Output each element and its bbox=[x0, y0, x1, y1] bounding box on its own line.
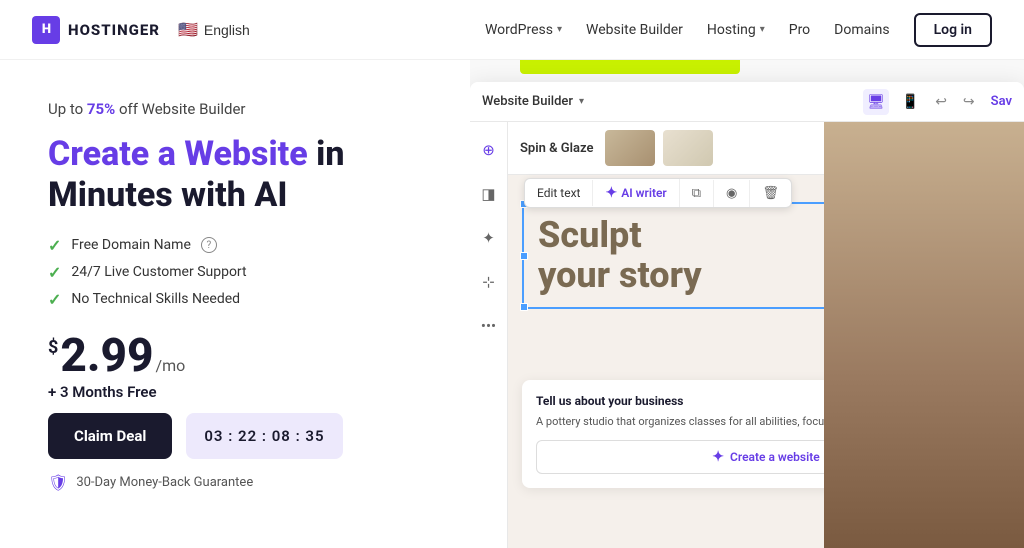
ai-writer-button[interactable]: ✦ AI writer bbox=[593, 179, 679, 207]
delete-button[interactable]: 🗑 bbox=[750, 180, 791, 207]
undo-button[interactable]: ↩ bbox=[931, 92, 951, 112]
site-name-label: Spin & Glaze bbox=[520, 141, 593, 156]
guarantee-text: 30-Day Money-Back Guarantee bbox=[76, 475, 253, 490]
copy-icon: ⧉ bbox=[692, 186, 701, 201]
navbar: H HOSTINGER 🇺🇸 English WordPress ▾ Websi… bbox=[0, 0, 1024, 60]
guarantee-badge: 🛡 30-Day Money-Back Guarantee bbox=[48, 473, 438, 492]
hero-title: Create a Website in Minutes with AI bbox=[48, 134, 438, 216]
nav-item-domains[interactable]: Domains bbox=[834, 22, 889, 38]
nav-item-pro[interactable]: Pro bbox=[789, 22, 810, 38]
desktop-view-button[interactable]: 🖥 bbox=[863, 89, 889, 115]
site-preview: Spin & Glaze Edit text ✦ AI writer bbox=[508, 122, 1024, 548]
feature-item: ✓ No Technical Skills Needed bbox=[48, 290, 438, 309]
green-accent-bar bbox=[520, 60, 740, 74]
more-tool[interactable]: ••• bbox=[475, 312, 503, 340]
hero-photo bbox=[824, 122, 1024, 548]
edit-text-button[interactable]: Edit text bbox=[525, 180, 593, 206]
copy-button[interactable]: ⧉ bbox=[680, 180, 714, 207]
resize-handle-bl[interactable] bbox=[520, 303, 528, 311]
features-list: ✓ Free Domain Name ? ✓ 24/7 Live Custome… bbox=[48, 236, 438, 309]
builder-sidebar: ⊕ ◨ ✦ ⊹ ••• bbox=[470, 122, 508, 548]
nav-right: WordPress ▾ Website Builder Hosting ▾ Pr… bbox=[485, 13, 992, 47]
price-period: /mo bbox=[156, 356, 186, 375]
login-button[interactable]: Log in bbox=[914, 13, 992, 47]
check-icon: ✓ bbox=[48, 290, 61, 309]
thumbnail-pottery[interactable] bbox=[605, 130, 655, 166]
nav-item-website-builder[interactable]: Website Builder bbox=[586, 22, 683, 38]
hero-section: Up to 75% off Website Builder Create a W… bbox=[0, 60, 470, 548]
currency-symbol: $ bbox=[48, 337, 58, 358]
price-row: $ 2.99 /mo bbox=[48, 333, 438, 379]
builder-mode-label: Website Builder bbox=[482, 94, 573, 109]
redo-button[interactable]: ↪ bbox=[959, 92, 979, 112]
text-edit-toolbar: Edit text ✦ AI writer ⧉ ◉ bbox=[524, 178, 792, 208]
claim-deal-button[interactable]: Claim Deal bbox=[48, 413, 172, 459]
shield-icon: 🛡 bbox=[48, 473, 68, 492]
feature-text: Free Domain Name bbox=[71, 237, 190, 253]
nav-item-wordpress[interactable]: WordPress ▾ bbox=[485, 22, 562, 38]
thumbnail-row bbox=[605, 130, 713, 166]
feature-item: ✓ Free Domain Name ? bbox=[48, 236, 438, 255]
discount-percent: 75% bbox=[87, 100, 115, 118]
chevron-down-icon: ▾ bbox=[579, 96, 584, 107]
builder-preview-panel: Website Builder ▾ 🖥 📱 ↩ ↪ Sav ⊕ ◨ ✦ bbox=[470, 60, 1024, 548]
save-button[interactable]: Sav bbox=[991, 94, 1012, 109]
language-label: English bbox=[204, 22, 250, 38]
feature-text: 24/7 Live Customer Support bbox=[71, 264, 246, 280]
nav-item-hosting[interactable]: Hosting ▾ bbox=[707, 22, 765, 38]
feature-text: No Technical Skills Needed bbox=[71, 291, 240, 307]
builder-content: ⊕ ◨ ✦ ⊹ ••• Spin & Glaze bbox=[470, 122, 1024, 548]
chevron-down-icon: ▾ bbox=[557, 24, 562, 35]
layers-tool[interactable]: ◨ bbox=[475, 180, 503, 208]
mobile-view-button[interactable]: 📱 bbox=[897, 89, 923, 115]
resize-handle-ml[interactable] bbox=[520, 252, 528, 260]
free-months-label: + 3 Months Free bbox=[48, 383, 438, 401]
builder-toolbar: Website Builder ▾ 🖥 📱 ↩ ↪ Sav bbox=[470, 82, 1024, 122]
logo-text: HOSTINGER bbox=[68, 21, 160, 39]
info-icon[interactable]: ? bbox=[201, 237, 217, 253]
cta-row: Claim Deal 03 : 22 : 08 : 35 bbox=[48, 413, 438, 459]
builder-window: Website Builder ▾ 🖥 📱 ↩ ↪ Sav ⊕ ◨ ✦ bbox=[470, 82, 1024, 548]
eye-icon: ◉ bbox=[726, 186, 737, 201]
create-website-label: Create a website bbox=[730, 450, 820, 464]
nav-left: H HOSTINGER 🇺🇸 English bbox=[32, 16, 250, 44]
countdown-timer: 03 : 22 : 08 : 35 bbox=[186, 413, 342, 459]
hero-title-purple: Create a Website bbox=[48, 134, 308, 174]
toolbar-actions: 🖥 📱 ↩ ↪ Sav bbox=[863, 89, 1012, 115]
main-content: Up to 75% off Website Builder Create a W… bbox=[0, 60, 1024, 548]
logo[interactable]: H HOSTINGER bbox=[32, 16, 160, 44]
ai-spark-icon: ✦ bbox=[712, 449, 724, 465]
price-number: 2.99 bbox=[60, 333, 153, 379]
language-selector[interactable]: 🇺🇸 English bbox=[178, 20, 250, 40]
ai-spark-icon: ✦ bbox=[605, 185, 617, 201]
preview-button[interactable]: ◉ bbox=[714, 180, 750, 207]
thumbnail-plant[interactable] bbox=[663, 130, 713, 166]
photo-silhouette bbox=[824, 122, 1024, 548]
trash-icon: 🗑 bbox=[762, 186, 779, 201]
edit-tool[interactable]: ⊹ bbox=[475, 268, 503, 296]
feature-item: ✓ 24/7 Live Customer Support bbox=[48, 263, 438, 282]
check-icon: ✓ bbox=[48, 236, 61, 255]
builder-mode-selector[interactable]: Website Builder ▾ bbox=[482, 94, 584, 109]
ai-tool[interactable]: ✦ bbox=[475, 224, 503, 252]
add-element-tool[interactable]: ⊕ bbox=[475, 136, 503, 164]
check-icon: ✓ bbox=[48, 263, 61, 282]
flag-icon: 🇺🇸 bbox=[178, 20, 198, 40]
logo-icon: H bbox=[32, 16, 60, 44]
offer-badge: Up to 75% off Website Builder bbox=[48, 100, 438, 118]
canvas-area[interactable]: Spin & Glaze Edit text ✦ AI writer bbox=[508, 122, 1024, 548]
price-section: $ 2.99 /mo + 3 Months Free bbox=[48, 333, 438, 401]
chevron-down-icon: ▾ bbox=[760, 24, 765, 35]
